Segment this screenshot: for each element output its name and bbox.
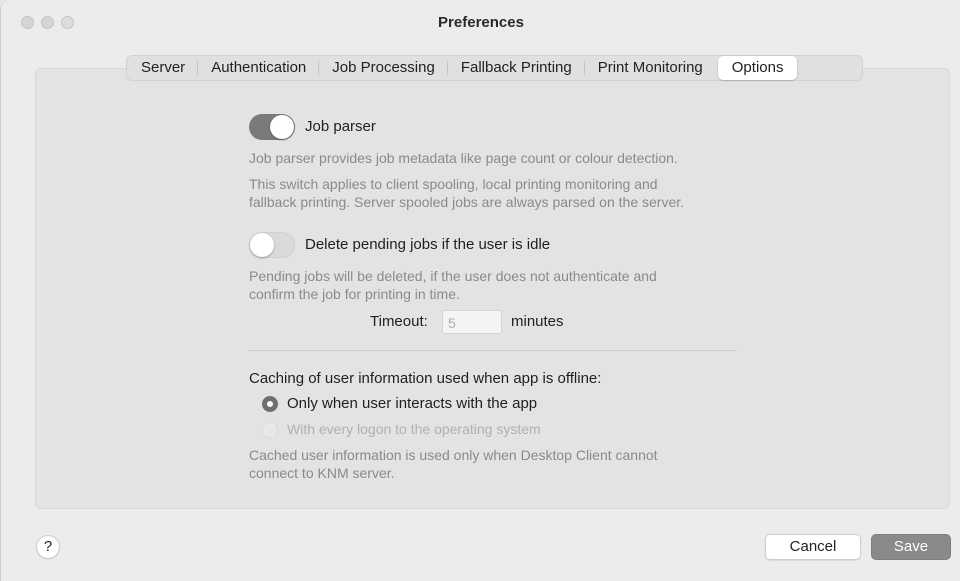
radio-every-logon-label: With every logon to the operating system <box>287 421 541 437</box>
job-parser-scope-line2: fallback printing. Server spooled jobs a… <box>249 194 685 210</box>
tab-job-processing[interactable]: Job Processing <box>319 56 448 80</box>
tab-authentication[interactable]: Authentication <box>198 56 320 80</box>
delete-pending-toggle[interactable] <box>249 232 295 258</box>
radio-only-when-interacts-label: Only when user interacts with the app <box>287 395 538 412</box>
caching-desc-line2: connect to KNM server. <box>249 465 395 481</box>
help-button[interactable]: ? <box>36 535 60 559</box>
tab-server[interactable]: Server <box>127 56 199 80</box>
job-parser-toggle[interactable] <box>249 114 295 140</box>
delete-pending-label: Delete pending jobs if the user is idle <box>305 236 551 253</box>
job-parser-label: Job parser <box>305 118 376 135</box>
toggle-knob <box>250 233 274 257</box>
radio-every-logon[interactable] <box>262 422 278 438</box>
timeout-input[interactable]: 5 <box>442 310 502 334</box>
delete-pending-desc-line2: confirm the job for printing in time. <box>249 286 460 302</box>
tab-bar: Server Authentication Job Processing Fal… <box>126 55 863 81</box>
radio-only-when-interacts[interactable] <box>262 396 278 412</box>
section-divider <box>249 350 737 351</box>
save-button[interactable]: Save <box>871 534 951 560</box>
title-bar: Preferences <box>1 0 960 44</box>
toggle-knob <box>270 115 294 139</box>
caching-heading: Caching of user information used when ap… <box>249 370 602 387</box>
question-mark-icon: ? <box>43 538 53 555</box>
preferences-window: Preferences Server Authentication Job Pr… <box>0 0 960 581</box>
tab-fallback-printing[interactable]: Fallback Printing <box>448 56 585 80</box>
timeout-label: Timeout: <box>370 313 428 330</box>
cancel-button[interactable]: Cancel <box>765 534 861 560</box>
timeout-unit-label: minutes <box>511 313 564 330</box>
caching-desc-line1: Cached user information is used only whe… <box>249 447 658 463</box>
job-parser-scope-line1: This switch applies to client spooling, … <box>249 176 658 192</box>
tab-print-monitoring[interactable]: Print Monitoring <box>585 56 716 80</box>
delete-pending-desc-line1: Pending jobs will be deleted, if the use… <box>249 268 657 284</box>
tab-options[interactable]: Options <box>717 56 798 80</box>
job-parser-description: Job parser provides job metadata like pa… <box>249 150 678 166</box>
window-title: Preferences <box>438 14 524 31</box>
